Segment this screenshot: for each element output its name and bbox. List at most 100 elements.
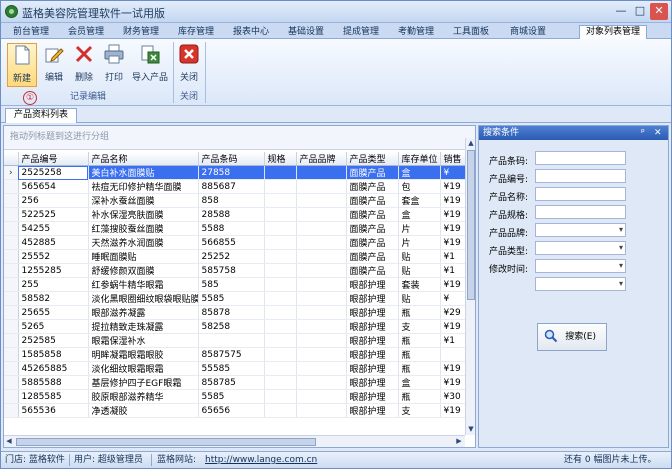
tab-mall-settings[interactable]: 商城设置: [500, 25, 556, 39]
table-cell[interactable]: 面膜产品: [346, 207, 399, 222]
row-indicator[interactable]: [4, 389, 19, 404]
table-cell[interactable]: [264, 361, 297, 376]
vertical-scrollbar[interactable]: ▲ ▼: [465, 138, 475, 435]
table-cell[interactable]: 红参蜗牛精华眼霜: [88, 277, 199, 292]
tab-commission[interactable]: 提成管理: [335, 25, 387, 39]
table-row[interactable]: 54255 红藻搜胶蚕丝面膜 5588 面膜产品片 ¥19: [4, 221, 475, 236]
table-cell[interactable]: 2525258: [18, 165, 89, 180]
table-cell[interactable]: 基层修护四子EGF眼霜: [88, 375, 199, 390]
table-cell[interactable]: 片: [398, 221, 441, 236]
table-cell[interactable]: 眼部护理: [346, 389, 399, 404]
table-cell[interactable]: 25655: [18, 305, 89, 320]
table-cell[interactable]: [264, 249, 297, 264]
table-cell[interactable]: 瓶: [398, 389, 441, 404]
table-cell[interactable]: [264, 403, 297, 418]
table-cell[interactable]: [264, 207, 297, 222]
table-cell[interactable]: 58582: [18, 291, 89, 306]
row-indicator[interactable]: [4, 235, 19, 250]
tab-finance[interactable]: 财务管理: [115, 25, 167, 39]
table-cell[interactable]: [296, 403, 347, 418]
table-cell[interactable]: 566855: [198, 235, 265, 250]
table-cell[interactable]: 明眸凝霜眼霜眼胶: [88, 347, 199, 362]
product-type-select[interactable]: [535, 241, 626, 255]
table-cell[interactable]: [296, 347, 347, 362]
table-cell[interactable]: 净透凝胶: [88, 403, 199, 418]
table-cell[interactable]: 252585: [18, 333, 89, 348]
table-cell[interactable]: 255: [18, 277, 89, 292]
table-cell[interactable]: 55585: [198, 361, 265, 376]
horizontal-scroll-thumb[interactable]: [16, 438, 316, 446]
product-code-input[interactable]: [535, 169, 626, 183]
table-cell[interactable]: 858785: [198, 375, 265, 390]
row-indicator[interactable]: [4, 333, 19, 348]
table-cell[interactable]: 565654: [18, 179, 89, 194]
table-cell[interactable]: 支: [398, 319, 441, 334]
pin-icon[interactable]: ᵖ: [641, 126, 645, 140]
table-row[interactable]: 1255285 舒缓修颜双面膜 585758 面膜产品贴 ¥1: [4, 263, 475, 278]
scroll-down-icon[interactable]: ▼: [466, 424, 475, 434]
table-row[interactable]: 565654 祛痘无印修护精华面膜 885687 面膜产品包 ¥19: [4, 179, 475, 194]
table-cell[interactable]: [264, 291, 297, 306]
table-cell[interactable]: 5885588: [18, 375, 89, 390]
table-cell[interactable]: 565536: [18, 403, 89, 418]
scroll-left-icon[interactable]: ◀: [4, 436, 14, 446]
modified-time-end-select[interactable]: [535, 277, 626, 291]
table-cell[interactable]: 1585858: [18, 347, 89, 362]
table-row[interactable]: 256 深补水蚕丝面膜 858 面膜产品 套盒 ¥19: [4, 193, 475, 208]
column-header[interactable]: 规格: [264, 152, 297, 166]
table-cell[interactable]: [264, 305, 297, 320]
table-cell[interactable]: 眼部护理: [346, 403, 399, 418]
table-cell[interactable]: 补水保湿亮肤面膜: [88, 207, 199, 222]
table-cell[interactable]: 27858: [198, 165, 265, 180]
table-cell[interactable]: 睡眠面膜贴: [88, 249, 199, 264]
table-row[interactable]: 522525 补水保湿亮肤面膜 28588 面膜产品盒 ¥19: [4, 207, 475, 222]
product-spec-input[interactable]: [535, 205, 626, 219]
table-cell[interactable]: 585758: [198, 263, 265, 278]
table-cell[interactable]: 眼部滋养凝露: [88, 305, 199, 320]
table-cell[interactable]: 祛痘无印修护精华面膜: [88, 179, 199, 194]
table-row[interactable]: 45265885 淡化细纹眼霜眼霜 55585 眼部护理瓶 ¥19: [4, 361, 475, 376]
vertical-scroll-thumb[interactable]: [467, 150, 475, 300]
row-indicator[interactable]: [4, 375, 19, 390]
table-cell[interactable]: 面膜产品: [346, 165, 399, 180]
table-cell[interactable]: 256: [18, 193, 89, 208]
tab-members[interactable]: 会员管理: [60, 25, 112, 39]
tab-basic-settings[interactable]: 基础设置: [280, 25, 332, 39]
table-cell[interactable]: [264, 263, 297, 278]
table-cell[interactable]: [264, 179, 297, 194]
tab-inventory[interactable]: 库存管理: [170, 25, 222, 39]
table-cell[interactable]: [264, 235, 297, 250]
table-row[interactable]: 252585 眼霜保湿补水 眼部护理瓶 ¥1: [4, 333, 475, 348]
website-link[interactable]: http://www.lange.com.cn: [205, 452, 317, 468]
table-cell[interactable]: 淡化细纹眼霜眼霜: [88, 361, 199, 376]
table-row[interactable]: 5265 提拉精致走珠凝露 58258 眼部护理支 ¥19: [4, 319, 475, 334]
table-cell[interactable]: 25552: [18, 249, 89, 264]
table-cell[interactable]: [296, 291, 347, 306]
table-row[interactable]: 58582 淡化黑眼圈细纹眼袋眼贴膜 5585 眼部护理贴 ¥: [4, 291, 475, 306]
row-indicator[interactable]: [4, 319, 19, 334]
row-indicator[interactable]: [4, 347, 19, 362]
close-panel-icon[interactable]: ✕: [654, 126, 662, 140]
table-cell[interactable]: 提拉精致走珠凝露: [88, 319, 199, 334]
table-cell[interactable]: 452885: [18, 235, 89, 250]
row-indicator[interactable]: [4, 277, 19, 292]
table-cell[interactable]: 眼部护理: [346, 277, 399, 292]
table-cell[interactable]: [296, 235, 347, 250]
column-header[interactable]: 库存单位: [398, 152, 441, 166]
table-row[interactable]: 25655 眼部滋养凝露 85878 眼部护理瓶 ¥29: [4, 305, 475, 320]
table-cell[interactable]: 1255285: [18, 263, 89, 278]
table-cell[interactable]: 5585: [198, 291, 265, 306]
row-indicator[interactable]: [4, 193, 19, 208]
tab-object-list[interactable]: 对象列表管理: [579, 25, 647, 39]
scroll-right-icon[interactable]: ▶: [454, 436, 464, 446]
minimize-button[interactable]: —: [612, 3, 630, 20]
table-cell[interactable]: [264, 277, 297, 292]
table-cell[interactable]: 眼霜保湿补水: [88, 333, 199, 348]
table-row[interactable]: 255 红参蜗牛精华眼霜 585 眼部护理 套装 ¥19: [4, 277, 475, 292]
table-cell[interactable]: 盒: [398, 207, 441, 222]
table-cell[interactable]: 面膜产品: [346, 221, 399, 236]
row-indicator[interactable]: [4, 403, 19, 418]
group-by-panel[interactable]: 拖动列标题到这进行分组: [4, 126, 475, 150]
tab-product-list[interactable]: 产品资料列表: [5, 108, 77, 123]
table-cell[interactable]: 面膜产品: [346, 193, 399, 208]
